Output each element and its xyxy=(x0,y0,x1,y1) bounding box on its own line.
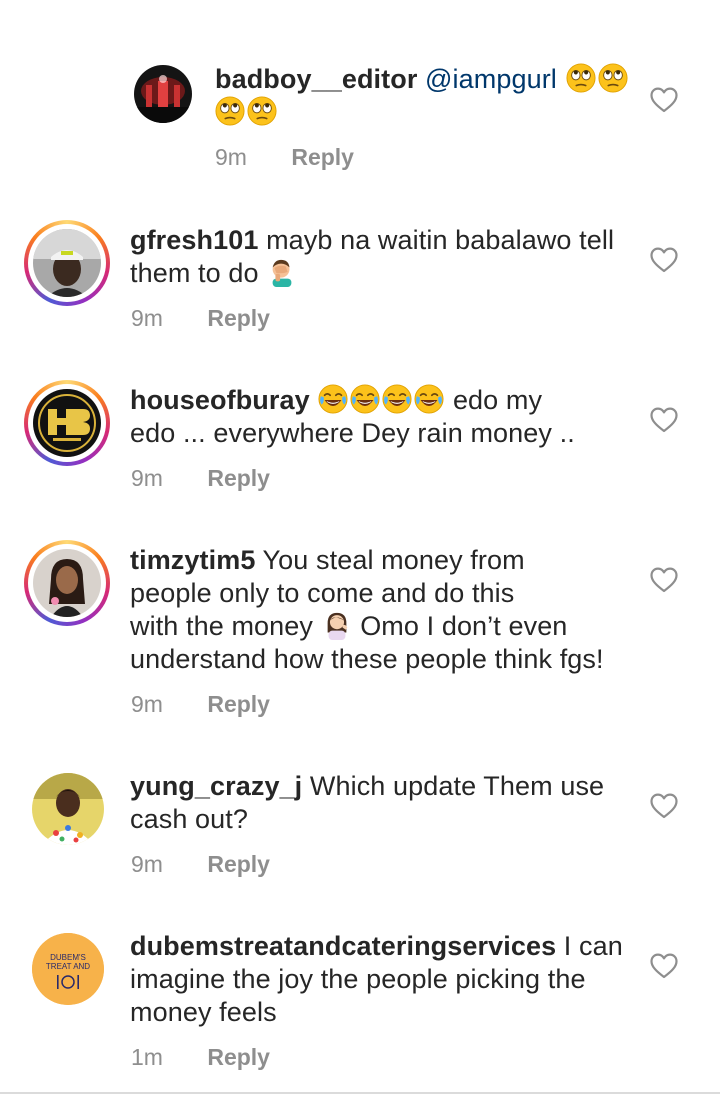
comment-text: badboy__editor @iampgurl xyxy=(215,63,645,129)
laugh-emoji-icon xyxy=(350,384,380,414)
avatar xyxy=(33,389,101,457)
comment-body: I can xyxy=(556,931,623,961)
avatar xyxy=(33,229,101,297)
comment-meta: 9m Reply xyxy=(131,691,270,718)
reply-button[interactable]: Reply xyxy=(207,305,270,332)
comment-body: mayb na waitin babalawo tell xyxy=(258,225,615,255)
comment-meta: 9m Reply xyxy=(131,465,270,492)
reply-button[interactable]: Reply xyxy=(207,1044,270,1071)
comment-meta: 9m Reply xyxy=(131,851,270,878)
hb-logo-avatar-icon xyxy=(33,389,101,457)
comment-body: them to do xyxy=(130,258,259,288)
reply-button[interactable]: Reply xyxy=(207,691,270,718)
comment-meta: 9m Reply xyxy=(131,305,270,332)
avatar xyxy=(33,549,101,617)
comment-username[interactable]: dubemstreatandcateringservices xyxy=(130,931,556,961)
mention-link[interactable]: @iampgurl xyxy=(425,64,557,94)
comment-username[interactable]: timzytim5 xyxy=(130,545,255,575)
like-heart-icon[interactable] xyxy=(650,407,678,433)
woman-tipping-hand-emoji-icon xyxy=(322,610,352,640)
like-heart-icon[interactable] xyxy=(650,953,678,979)
laugh-emoji-icon xyxy=(382,384,412,414)
comment-body: cash out? xyxy=(130,804,248,834)
comment-text: houseofburay edo my edo ... everywhere D… xyxy=(130,384,640,450)
reply-button[interactable]: Reply xyxy=(207,465,270,492)
catering-logo-avatar-icon: DUBEM'S TREAT AND xyxy=(32,933,104,1005)
eye-roll-emoji-icon xyxy=(247,96,277,126)
comment-body: Omo I don’t even xyxy=(352,611,568,641)
comment-username[interactable]: gfresh101 xyxy=(130,225,258,255)
comment-time: 9m xyxy=(131,851,163,877)
like-heart-icon[interactable] xyxy=(650,87,678,113)
young-man-avatar-icon xyxy=(32,773,104,845)
man-white-cap-avatar-icon xyxy=(33,229,101,297)
dark-red-concert-avatar-icon xyxy=(134,65,192,123)
reply-button[interactable]: Reply xyxy=(291,144,354,171)
story-ring[interactable] xyxy=(24,220,110,306)
story-ring[interactable] xyxy=(24,380,110,466)
comment-body: understand how these people think fgs! xyxy=(130,644,604,674)
comment-body: people only to come and do this xyxy=(130,578,515,608)
comment-time: 9m xyxy=(131,691,163,717)
eye-roll-emoji-icon xyxy=(566,63,596,93)
logo-line: TREAT AND xyxy=(46,962,90,971)
like-heart-icon[interactable] xyxy=(650,793,678,819)
comment-username[interactable]: yung_crazy_j xyxy=(130,771,302,801)
comment-meta: 1m Reply xyxy=(131,1044,270,1071)
story-ring[interactable] xyxy=(24,540,110,626)
comment-text: yung_crazy_j Which update Them use cash … xyxy=(130,770,640,836)
comment-time: 9m xyxy=(215,144,247,170)
comment-text: gfresh101 mayb na waitin babalawo tell t… xyxy=(130,224,640,290)
logo-line: DUBEM'S xyxy=(50,953,86,962)
avatar[interactable] xyxy=(32,773,104,845)
comment-username[interactable]: houseofburay xyxy=(130,385,310,415)
comment-body: imagine the joy the people picking the xyxy=(130,964,586,994)
laugh-emoji-icon xyxy=(414,384,444,414)
comment-body: edo my xyxy=(445,385,543,415)
comment-time: 1m xyxy=(131,1044,163,1070)
eye-roll-emoji-icon xyxy=(215,96,245,126)
comment-body: edo ... everywhere Dey rain money .. xyxy=(130,418,575,448)
comment-time: 9m xyxy=(131,305,163,331)
reply-button[interactable]: Reply xyxy=(207,851,270,878)
comment-body: Which update Them use xyxy=(302,771,605,801)
laugh-emoji-icon xyxy=(318,384,348,414)
comment-text: dubemstreatandcateringservices I can ima… xyxy=(130,930,650,1029)
comment-body: money feels xyxy=(130,997,277,1027)
comment-body: You steal money from xyxy=(255,545,525,575)
comment-time: 9m xyxy=(131,465,163,491)
comment-badboy-editor: badboy__editor @iampgurl 9m Reply xyxy=(0,0,720,190)
like-heart-icon[interactable] xyxy=(650,567,678,593)
eye-roll-emoji-icon xyxy=(598,63,628,93)
comment-body: with the money xyxy=(130,611,313,641)
avatar[interactable]: DUBEM'S TREAT AND xyxy=(32,933,104,1005)
woman-selfie-avatar-icon xyxy=(33,549,101,617)
avatar[interactable] xyxy=(134,65,192,123)
comment-meta: 9m Reply xyxy=(215,144,354,171)
like-heart-icon[interactable] xyxy=(650,247,678,273)
facepalm-emoji-icon xyxy=(267,257,297,287)
comment-username[interactable]: badboy__editor xyxy=(215,64,417,94)
comment-text: timzytim5 You steal money from people on… xyxy=(130,544,640,676)
